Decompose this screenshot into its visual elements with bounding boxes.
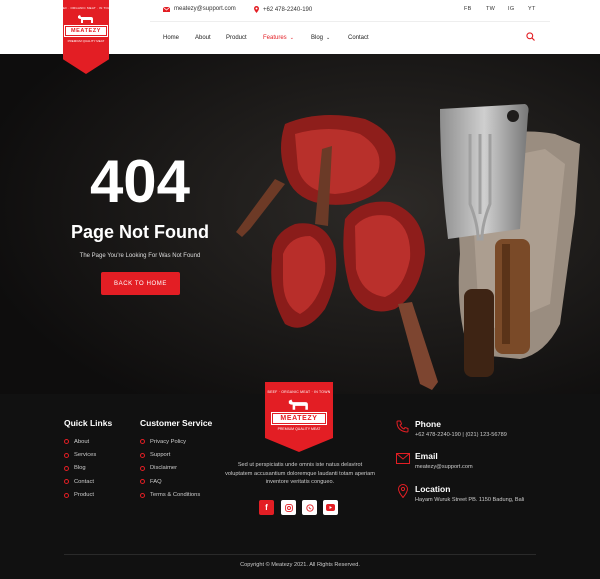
footer-logo[interactable]: BEEF · ORGANIC MEAT · IN TOWN MEATEZY PR… <box>265 382 333 452</box>
footer-logo-tagline-top: BEEF · ORGANIC MEAT · IN TOWN <box>267 390 331 394</box>
page-title: Page Not Found <box>71 222 209 242</box>
facebook-icon[interactable]: f <box>259 500 274 515</box>
nav-features[interactable]: Features ⌄ <box>263 35 294 41</box>
nav-about[interactable]: About <box>195 35 211 41</box>
phone-text[interactable]: +62 478-2240-190 | (021) 123-56789 <box>415 432 507 438</box>
site-header: BEEF · ORGANIC MEAT · IN TOWN MEATEZY PR… <box>0 0 600 74</box>
bullet-icon <box>64 479 69 485</box>
topbar-social-ig[interactable]: IG <box>508 6 514 12</box>
customer-service-list: Privacy Policy Support Disclaimer FAQ Te… <box>140 435 200 502</box>
quick-link-item[interactable]: Services <box>64 448 96 461</box>
copyright: Copyright © Meatezy 2021. All Rights Res… <box>240 562 360 568</box>
page-subtitle: The Page You're Looking For Was Not Foun… <box>79 253 201 259</box>
customer-service-heading: Customer Service <box>140 418 213 428</box>
topbar-email-text: meatezy@support.com <box>174 6 236 12</box>
phone-title: Phone <box>415 419 441 429</box>
nav-home[interactable]: Home <box>163 35 179 41</box>
phone-icon <box>396 420 409 433</box>
service-link-item[interactable]: Terms & Conditions <box>140 489 200 502</box>
quick-link-blog: Blog <box>74 465 86 472</box>
quick-link-item[interactable]: Contact <box>64 475 96 488</box>
topbar-social-yt[interactable]: YT <box>528 6 536 12</box>
nav-product[interactable]: Product <box>226 35 247 41</box>
nav-blog[interactable]: Blog ⌄ <box>311 35 330 41</box>
quick-link-product: Product <box>74 492 94 499</box>
nav-blog-label: Blog <box>311 35 324 41</box>
nav-contact[interactable]: Contact <box>348 35 369 41</box>
whatsapp-icon[interactable] <box>302 500 317 515</box>
footer-divider <box>64 554 536 555</box>
brand-logo[interactable]: BEEF · ORGANIC MEAT · IN TOWN MEATEZY PR… <box>63 0 109 74</box>
topbar-phone-text: +62 478-2240-190 <box>263 6 313 13</box>
envelope-icon <box>396 453 410 464</box>
email-text[interactable]: meatezy@support.com <box>415 464 473 470</box>
facebook-glyph: f <box>265 503 268 512</box>
chevron-down-icon: ⌄ <box>326 35 331 41</box>
hero-404: 404 Page Not Found The Page You're Looki… <box>0 54 600 394</box>
topbar-social-fb[interactable]: FB <box>464 6 472 12</box>
quick-links-heading: Quick Links <box>64 418 113 428</box>
service-link-item[interactable]: Disclaimer <box>140 462 200 475</box>
service-link-item[interactable]: Privacy Policy <box>140 435 200 448</box>
service-link-support: Support <box>150 452 171 459</box>
logo-tagline-bottom: PREMIUM QUALITY MEAT <box>67 39 105 43</box>
quick-link-item[interactable]: About <box>64 435 96 448</box>
logo-wordmark: MEATEZY <box>63 25 109 37</box>
footer-logo-tagline-bottom: PREMIUM QUALITY MEAT <box>277 427 321 431</box>
whatsapp-glyph <box>305 503 314 512</box>
bullet-icon <box>140 452 145 458</box>
top-bar: meatezy@support.com +62 478-2240-190 FB … <box>150 0 550 22</box>
youtube-glyph <box>326 504 335 511</box>
bullet-icon <box>64 492 69 498</box>
bullet-icon <box>140 479 145 485</box>
topbar-phone[interactable]: +62 478-2240-190 <box>254 6 312 13</box>
cow-icon <box>288 399 308 410</box>
topbar-email[interactable]: meatezy@support.com <box>163 6 236 12</box>
email-title: Email <box>415 451 438 461</box>
bullet-icon <box>64 465 69 471</box>
service-link-privacy: Privacy Policy <box>150 438 187 445</box>
location-title: Location <box>415 484 451 494</box>
location-icon <box>398 484 408 498</box>
site-footer: Quick Links About Services Blog Contact … <box>0 382 600 579</box>
bullet-icon <box>140 492 145 498</box>
service-link-terms: Terms & Conditions <box>150 492 201 499</box>
bullet-icon <box>140 439 145 445</box>
instagram-glyph <box>284 503 293 512</box>
quick-link-about: About <box>74 438 90 445</box>
quick-link-contact: Contact <box>74 478 94 485</box>
search-icon[interactable] <box>526 32 535 41</box>
quick-link-item[interactable]: Blog <box>64 462 96 475</box>
service-link-item[interactable]: Support <box>140 448 200 461</box>
instagram-icon[interactable] <box>281 500 296 515</box>
mail-icon <box>163 6 170 12</box>
quick-link-item[interactable]: Product <box>64 489 96 502</box>
bullet-icon <box>64 439 69 445</box>
youtube-icon[interactable] <box>323 500 338 515</box>
back-to-home-button[interactable]: BACK TO HOME <box>101 272 180 295</box>
logo-tagline-top: BEEF · ORGANIC MEAT · IN TOWN <box>58 6 114 10</box>
location-pin-icon <box>254 6 259 13</box>
service-link-faq: FAQ <box>150 478 162 485</box>
chevron-down-icon: ⌄ <box>289 35 294 41</box>
footer-logo-wordmark: MEATEZY <box>271 412 327 425</box>
nav-features-label: Features <box>263 35 287 41</box>
bullet-icon <box>64 452 69 458</box>
quick-link-services: Services <box>74 452 97 459</box>
service-link-item[interactable]: FAQ <box>140 475 200 488</box>
topbar-social-tw[interactable]: TW <box>486 6 495 12</box>
error-code: 404 <box>89 148 191 215</box>
location-text: Hayam Wuruk Street PB. 1150 Badung, Bali <box>415 497 525 503</box>
bullet-icon <box>140 465 145 471</box>
footer-description: Sed ut perspiciatis unde omnis iste natu… <box>225 462 375 486</box>
cow-icon <box>78 15 93 23</box>
service-link-disclaimer: Disclaimer <box>150 465 178 472</box>
quick-links-list: About Services Blog Contact Product <box>64 435 96 502</box>
